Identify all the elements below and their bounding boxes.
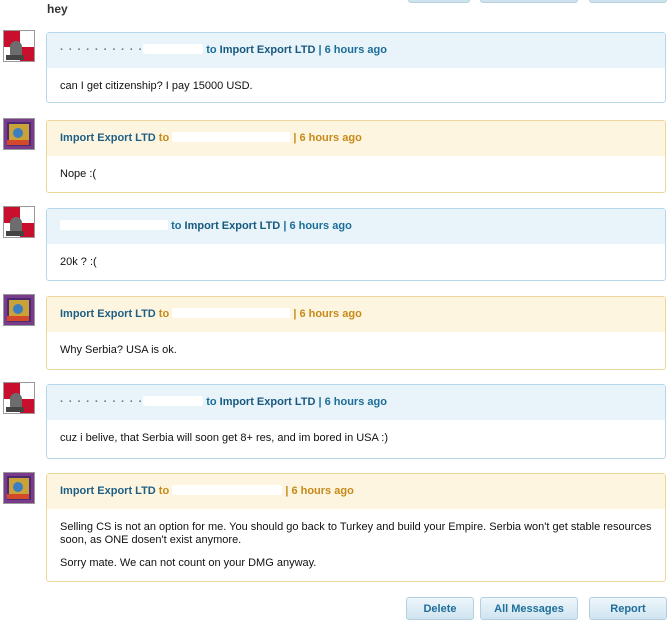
message-header: to Import Export LTD | 6 hours ago: [47, 209, 665, 244]
redacted-sender: [60, 220, 168, 230]
message-text: cuz i belive, that Serbia will soon get …: [60, 432, 389, 444]
message-text: Sorry mate. We can not count on your DMG…: [60, 557, 317, 569]
message-body: Why Serbia? USA is ok.: [47, 332, 665, 369]
message-text: Why Serbia? USA is ok.: [60, 344, 177, 356]
redacted-recipient: [172, 485, 283, 495]
report-button[interactable]: Report: [589, 597, 667, 620]
message-body: Selling CS is not an option for me. You …: [47, 509, 665, 582]
message-body: 20k ? :(: [47, 244, 665, 281]
sender-avatar[interactable]: [3, 472, 35, 504]
message-header: · · · · · · · · · · to Import Export LTD…: [47, 385, 665, 420]
message-card: Import Export LTD to | 6 hours ago Why S…: [46, 296, 666, 370]
redacted-recipient: [172, 132, 291, 142]
top-button-stub: [589, 0, 667, 3]
to-label: to: [171, 220, 182, 232]
redacted-recipient: [172, 308, 291, 318]
message-card: Import Export LTD to | 6 hours ago Selli…: [46, 473, 666, 582]
top-button-stub: [480, 0, 578, 3]
message-header: Import Export LTD to | 6 hours ago: [47, 297, 665, 332]
sender-avatar[interactable]: [3, 30, 35, 62]
redacted-sender: [143, 44, 204, 54]
sender-avatar[interactable]: [3, 206, 35, 238]
message-text: 20k ? :(: [60, 256, 97, 268]
message-time: | 6 hours ago: [283, 220, 352, 232]
message-card: · · · · · · · · · · to Import Export LTD…: [46, 384, 666, 459]
message-time: | 6 hours ago: [293, 308, 362, 320]
message-time: | 6 hours ago: [293, 132, 362, 144]
to-label: to: [206, 44, 217, 56]
to-label: to: [158, 132, 170, 144]
message-time: | 6 hours ago: [318, 44, 387, 56]
message-body: can I get citizenship? I pay 15000 USD.: [47, 68, 665, 105]
message-time: | 6 hours ago: [318, 396, 387, 408]
message-header: · · · · · · · · · · to Import Export LTD…: [47, 33, 665, 68]
message-body: Nope :(: [47, 156, 665, 193]
sender-avatar[interactable]: [3, 294, 35, 326]
message-text: can I get citizenship? I pay 15000 USD.: [60, 80, 253, 92]
to-label: to: [206, 396, 217, 408]
redacted-sender: [143, 396, 204, 406]
sender-link[interactable]: Import Export LTD: [60, 308, 156, 320]
sender-avatar[interactable]: [3, 382, 35, 414]
recipient-link[interactable]: Import Export LTD: [185, 220, 281, 232]
message-time: | 6 hours ago: [285, 485, 354, 497]
message-body: cuz i belive, that Serbia will soon get …: [47, 420, 665, 457]
message-card: to Import Export LTD | 6 hours ago 20k ?…: [46, 208, 666, 281]
message-card: · · · · · · · · · · to Import Export LTD…: [46, 32, 666, 103]
redacted-sender: · · · · · · · · · ·: [60, 396, 144, 408]
redacted-sender: · · · · · · · · · ·: [60, 44, 144, 56]
message-header: Import Export LTD to | 6 hours ago: [47, 474, 665, 509]
message-text: Nope :(: [60, 168, 97, 180]
all-messages-button[interactable]: All Messages: [480, 597, 578, 620]
delete-button[interactable]: Delete: [406, 597, 474, 620]
sender-avatar[interactable]: [3, 118, 35, 150]
recipient-link[interactable]: Import Export LTD: [220, 396, 316, 408]
to-label: to: [158, 308, 170, 320]
recipient-link[interactable]: Import Export LTD: [220, 44, 316, 56]
message-header: Import Export LTD to | 6 hours ago: [47, 121, 665, 156]
to-label: to: [158, 485, 170, 497]
sender-link[interactable]: Import Export LTD: [60, 485, 156, 497]
thread-subject: hey: [47, 2, 68, 16]
message-card: Import Export LTD to | 6 hours ago Nope …: [46, 120, 666, 193]
message-text: Selling CS is not an option for me. You …: [60, 521, 652, 546]
sender-link[interactable]: Import Export LTD: [60, 132, 156, 144]
top-button-stub: [408, 0, 470, 3]
